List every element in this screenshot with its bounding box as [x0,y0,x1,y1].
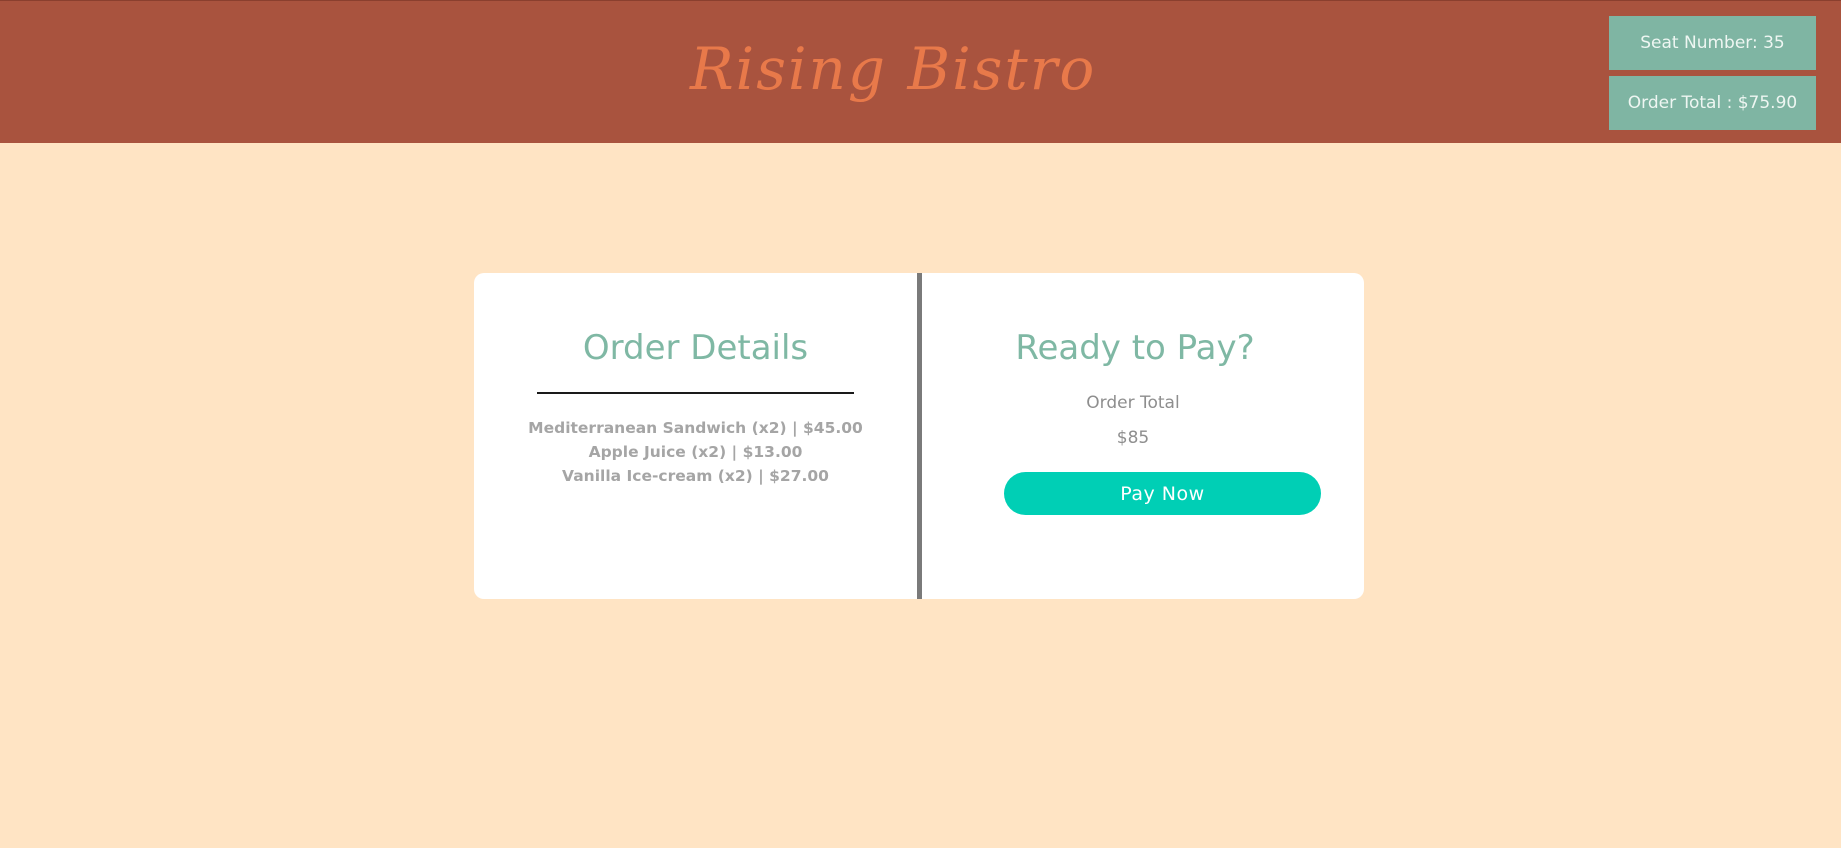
order-total-value: $85 [1116,428,1150,448]
order-items-list: Mediterranean Sandwich (x2) | $45.00 App… [474,416,917,488]
seat-number-badge: Seat Number: 35 [1609,16,1816,70]
pay-now-button[interactable]: Pay Now [1004,472,1321,515]
order-details-panel: Order Details Mediterranean Sandwich (x2… [474,273,917,599]
order-item: Vanilla Ice-cream (x2) | $27.00 [562,467,829,485]
title-divider [537,392,854,394]
payment-title: Ready to Pay? [1015,328,1255,368]
order-total-badge: Order Total : $75.90 [1609,76,1816,130]
order-item: Mediterranean Sandwich (x2) | $45.00 [528,419,863,437]
payment-panel: Ready to Pay? Order Total $85 Pay Now [922,273,1364,599]
checkout-card: Order Details Mediterranean Sandwich (x2… [474,273,1364,599]
order-details-title: Order Details [582,328,809,368]
order-total-label: Order Total [1086,393,1180,413]
header-bar: Rising Bistro Seat Number: 35 Order Tota… [0,0,1841,143]
brand-logo-text: Rising Bistro [690,35,1097,103]
order-item: Apple Juice (x2) | $13.00 [588,443,803,461]
